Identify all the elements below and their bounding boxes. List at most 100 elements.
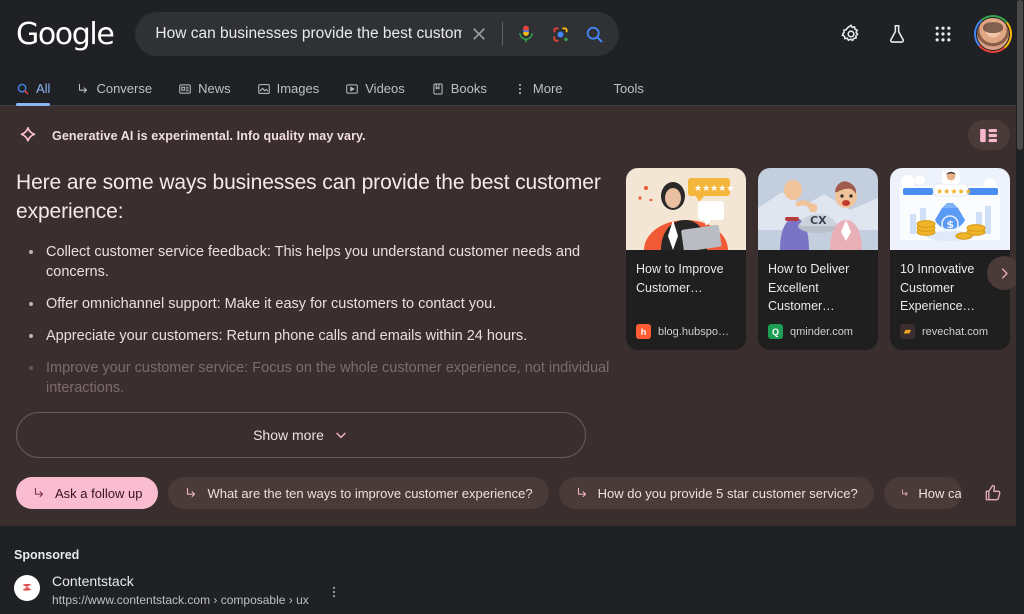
tab-label: Videos bbox=[365, 81, 405, 96]
ai-bullet: Offer omnichannel support: Make it easy … bbox=[22, 294, 616, 314]
followup-chip[interactable]: How do you provide 5 star customer servi… bbox=[558, 477, 874, 509]
settings-gear-icon[interactable] bbox=[830, 13, 872, 55]
ai-disclaimer-text: Generative AI is experimental. Info qual… bbox=[52, 129, 366, 143]
ask-followup-chip[interactable]: Ask a follow up bbox=[16, 477, 159, 509]
money-bag-rating-illustration: ★★★★★ $ bbox=[890, 168, 1010, 250]
show-more-label: Show more bbox=[253, 427, 324, 443]
search-nav-tabs: All Converse News Images Videos Books Mo… bbox=[0, 68, 1024, 106]
account-avatar[interactable] bbox=[974, 15, 1012, 53]
svg-text:CX: CX bbox=[810, 214, 827, 227]
source-card[interactable]: ★★★★★ $ 10 Innovative Customer Experienc… bbox=[890, 168, 1010, 350]
tab-converse[interactable]: Converse bbox=[63, 81, 165, 105]
source-domain: revechat.com bbox=[922, 325, 989, 338]
arrow-turn-icon bbox=[187, 487, 196, 498]
book-icon bbox=[433, 83, 443, 94]
video-icon bbox=[346, 83, 358, 94]
ai-answer: Here are some ways businesses can provid… bbox=[16, 168, 616, 458]
sponsored-advertiser: Contentstack bbox=[52, 573, 134, 589]
tab-all[interactable]: All bbox=[14, 81, 63, 106]
svg-text:★★★★★: ★★★★★ bbox=[936, 187, 972, 196]
svg-text:$: $ bbox=[947, 218, 955, 231]
tab-label: Converse bbox=[96, 81, 153, 96]
labs-flask-icon[interactable] bbox=[876, 13, 918, 55]
tab-books[interactable]: Books bbox=[418, 81, 500, 105]
search-icon[interactable] bbox=[577, 17, 611, 51]
followup-chip[interactable]: What are the ten ways to improve custome… bbox=[168, 477, 549, 509]
source-cards-carousel: ★★★★★ How to Improve Customer… h blog.hu… bbox=[626, 168, 1021, 458]
tab-label: Books bbox=[450, 81, 487, 96]
tab-images[interactable]: Images bbox=[244, 81, 333, 105]
source-card[interactable]: CX How to Deliver Excellent Customer… Q … bbox=[758, 168, 878, 350]
ai-body: Here are some ways businesses can provid… bbox=[16, 168, 1021, 458]
search-bar[interactable] bbox=[135, 12, 620, 56]
close-icon[interactable] bbox=[462, 17, 496, 51]
sparkle-diamond-icon bbox=[20, 126, 36, 142]
search-icon bbox=[17, 83, 29, 94]
ai-answer-heading: Here are some ways businesses can provid… bbox=[16, 171, 601, 223]
source-domain: qminder.com bbox=[790, 325, 853, 338]
customer-service-agent-illustration: ★★★★★ bbox=[626, 168, 746, 250]
sponsored-row[interactable]: Contentstack https://www.contentstack.co… bbox=[14, 572, 1024, 609]
source-cards: ★★★★★ How to Improve Customer… h blog.hu… bbox=[626, 168, 1010, 350]
waiter-serving-cx-illustration: CX bbox=[758, 168, 878, 250]
qminder-favicon: Q bbox=[768, 324, 783, 339]
page-scrollbar[interactable] bbox=[1016, 0, 1024, 614]
sponsored-label: Sponsored bbox=[14, 548, 80, 562]
tab-label: Images bbox=[276, 81, 320, 96]
revechat-favicon: ▰ bbox=[900, 324, 915, 339]
ai-bullet: Appreciate your customers: Return phone … bbox=[22, 326, 616, 346]
tab-label: News bbox=[198, 81, 231, 96]
chevron-down-icon bbox=[336, 432, 346, 439]
tab-more[interactable]: More bbox=[500, 81, 576, 105]
google-lens-icon[interactable] bbox=[543, 17, 577, 51]
avatar-image bbox=[976, 17, 1010, 51]
source-card-source: Q qminder.com bbox=[758, 316, 878, 350]
tools-button[interactable]: Tools bbox=[614, 81, 644, 105]
arrow-turn-icon bbox=[34, 487, 44, 498]
chip-label: Ask a follow up bbox=[55, 485, 143, 501]
followup-chips: Ask a follow up What are the ten ways to… bbox=[16, 477, 1024, 509]
more-vert-icon bbox=[518, 83, 521, 94]
source-card-title: How to Improve Customer… bbox=[636, 262, 724, 295]
arrow-turn-icon bbox=[79, 83, 88, 93]
ai-bullet: Collect customer service feedback: This … bbox=[22, 242, 616, 282]
sponsored-url: https://www.contentstack.com › composabl… bbox=[52, 593, 309, 607]
header-actions bbox=[830, 0, 1012, 68]
image-icon bbox=[257, 83, 270, 94]
followup-chip[interactable]: How ca bbox=[883, 477, 962, 509]
source-card[interactable]: ★★★★★ How to Improve Customer… h blog.hu… bbox=[626, 168, 746, 350]
hubspot-favicon: h bbox=[636, 324, 651, 339]
arrow-turn-icon bbox=[901, 489, 908, 496]
ai-bullet: Improve your customer service: Focus on … bbox=[22, 358, 616, 398]
generative-ai-panel: Generative AI is experimental. Info qual… bbox=[0, 106, 1024, 526]
google-logo[interactable]: Google bbox=[16, 17, 115, 52]
arrow-turn-icon bbox=[577, 487, 586, 498]
chip-label: How ca bbox=[918, 485, 962, 501]
thumbs-up-icon[interactable] bbox=[982, 482, 1004, 504]
tab-label: More bbox=[532, 81, 563, 96]
news-icon bbox=[179, 83, 191, 94]
search-input[interactable] bbox=[155, 25, 463, 43]
microphone-icon[interactable] bbox=[509, 17, 543, 51]
tab-label: All bbox=[36, 81, 51, 96]
sponsored-result: Sponsored Contentstack https://www.conte… bbox=[0, 526, 1024, 614]
ai-bullet-list: Collect customer service feedback: This … bbox=[16, 242, 616, 398]
sponsored-text: Contentstack https://www.contentstack.co… bbox=[52, 572, 309, 609]
tab-news[interactable]: News bbox=[165, 81, 244, 105]
scrollbar-thumb[interactable] bbox=[1017, 0, 1023, 150]
source-card-source: h blog.hubspo… bbox=[626, 316, 746, 350]
source-domain: blog.hubspo… bbox=[658, 325, 729, 338]
source-card-source: ▰ revechat.com bbox=[890, 316, 1010, 350]
chip-label: How do you provide 5 star customer servi… bbox=[597, 485, 858, 501]
show-more-button[interactable]: Show more bbox=[16, 412, 586, 458]
source-card-title: How to Deliver Excellent Customer… bbox=[768, 262, 850, 313]
chip-label: What are the ten ways to improve custome… bbox=[207, 485, 533, 501]
contentstack-favicon bbox=[14, 575, 40, 601]
search-divider bbox=[502, 22, 504, 46]
layout-panel-icon[interactable] bbox=[968, 120, 1010, 150]
apps-grid-icon[interactable] bbox=[922, 13, 964, 55]
ai-disclaimer: Generative AI is experimental. Info qual… bbox=[16, 124, 1008, 148]
tab-videos[interactable]: Videos bbox=[332, 81, 418, 105]
more-vert-icon[interactable] bbox=[327, 584, 341, 600]
svg-text:★★★★★: ★★★★★ bbox=[694, 184, 734, 194]
